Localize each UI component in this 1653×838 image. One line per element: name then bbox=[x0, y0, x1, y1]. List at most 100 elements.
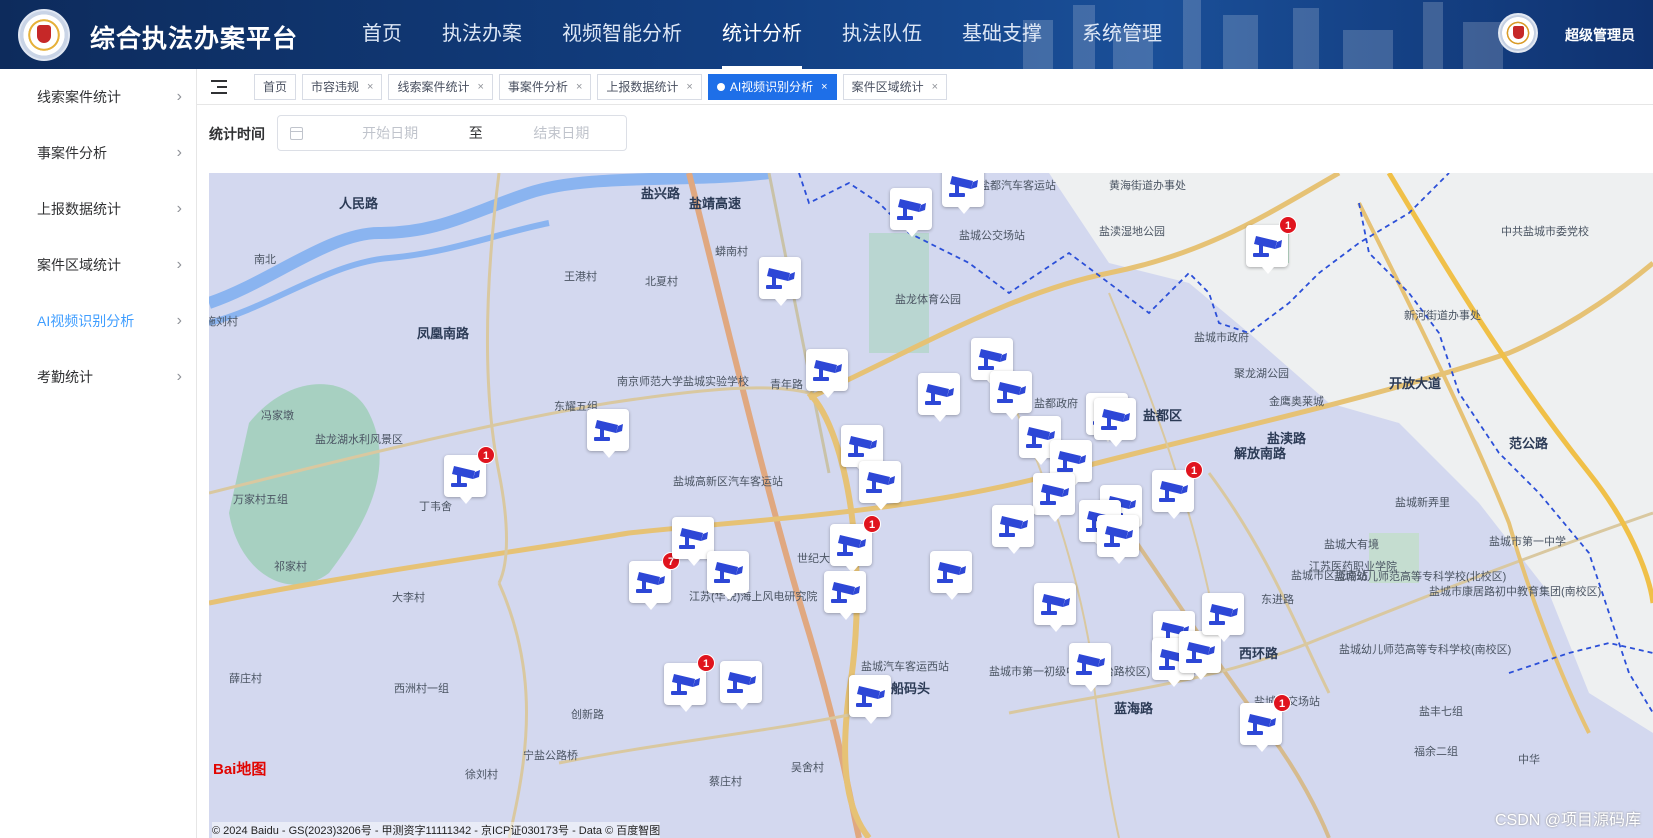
user-avatar[interactable] bbox=[1498, 13, 1538, 53]
camera-marker[interactable]: 1 bbox=[444, 446, 495, 504]
nav-enforcement-cases[interactable]: 执法办案 bbox=[442, 0, 522, 69]
camera-marker[interactable] bbox=[1202, 593, 1244, 642]
camera-marker[interactable] bbox=[759, 257, 801, 306]
watermark: CSDN @项目源码库 bbox=[1494, 812, 1641, 829]
map-copyright: © 2024 Baidu - GS(2023)3206号 - 甲测资字11111… bbox=[212, 822, 661, 838]
place-label: 丁韦舍 bbox=[419, 501, 452, 513]
active-dot-icon bbox=[716, 83, 725, 91]
camera-marker[interactable] bbox=[918, 373, 960, 422]
cctv-camera-icon bbox=[856, 686, 885, 707]
close-icon[interactable]: × bbox=[686, 75, 692, 99]
sidebar-item-ai-video[interactable]: AI视频识别分析 › bbox=[0, 293, 196, 349]
alert-count-badge: 1 bbox=[1185, 461, 1203, 479]
camera-marker[interactable]: 1 bbox=[1152, 461, 1203, 519]
place-label: 南北 bbox=[254, 254, 276, 266]
nav-home[interactable]: 首页 bbox=[362, 0, 402, 69]
place-label: 盐城幼儿师范高等专科学校(南校区) bbox=[1339, 644, 1512, 656]
place-label: 黄海街道办事处 bbox=[1109, 180, 1186, 192]
menu-collapse-icon[interactable] bbox=[209, 78, 229, 96]
nav-video-analysis[interactable]: 视频智能分析 bbox=[562, 0, 682, 69]
camera-marker[interactable] bbox=[1179, 631, 1221, 680]
top-header: 综合执法办案平台 首页 执法办案 视频智能分析 统计分析 执法队伍 基础支撑 系… bbox=[0, 0, 1653, 69]
tab-ai-video[interactable]: AI视频识别分析 × bbox=[707, 74, 837, 100]
cctv-camera-icon bbox=[636, 572, 665, 593]
camera-marker[interactable] bbox=[720, 661, 762, 710]
nav-team[interactable]: 执法队伍 bbox=[842, 0, 922, 69]
cctv-camera-icon bbox=[594, 420, 623, 441]
sidebar-item-case-analysis[interactable]: 事案件分析 › bbox=[0, 125, 196, 181]
road-label: 盐渎路 bbox=[1267, 431, 1307, 446]
user-name[interactable]: 超级管理员 bbox=[1565, 25, 1635, 45]
road-label: 范公路 bbox=[1509, 436, 1549, 451]
close-icon[interactable]: × bbox=[367, 75, 373, 99]
tab-home[interactable]: 首页 bbox=[254, 74, 297, 100]
camera-marker[interactable]: 1 bbox=[664, 654, 715, 712]
start-date-input[interactable]: 开始日期 bbox=[325, 123, 454, 143]
camera-marker[interactable] bbox=[824, 571, 866, 620]
camera-marker[interactable]: 1 bbox=[1240, 694, 1291, 752]
camera-marker[interactable] bbox=[890, 188, 932, 237]
tab-report-data[interactable]: 上报数据统计 × bbox=[597, 74, 702, 100]
cctv-camera-icon bbox=[897, 199, 926, 220]
place-label: 盐丰七组 bbox=[1419, 706, 1463, 718]
camera-marker[interactable]: 1 bbox=[1246, 216, 1297, 274]
end-date-input[interactable]: 结束日期 bbox=[497, 123, 626, 143]
place-label: 盐都汽车客运站 bbox=[979, 180, 1056, 192]
place-label: 创新路 bbox=[571, 709, 604, 721]
close-icon[interactable]: × bbox=[932, 75, 938, 99]
camera-marker[interactable]: 7 bbox=[629, 552, 680, 610]
camera-marker[interactable] bbox=[930, 551, 972, 600]
camera-marker[interactable] bbox=[1033, 473, 1075, 522]
cctv-camera-icon bbox=[937, 562, 966, 583]
tab-clue-cases[interactable]: 线索案件统计 × bbox=[388, 74, 493, 100]
place-label: 盐龙体育公园 bbox=[895, 294, 961, 306]
cctv-camera-icon bbox=[727, 672, 756, 693]
cctv-camera-icon bbox=[671, 674, 700, 695]
calendar-icon bbox=[290, 126, 304, 140]
tab-case-region[interactable]: 案件区域统计 × bbox=[842, 74, 948, 100]
camera-marker[interactable] bbox=[942, 173, 984, 214]
camera-marker[interactable] bbox=[990, 371, 1032, 420]
camera-marker[interactable] bbox=[806, 349, 848, 398]
camera-marker[interactable]: 1 bbox=[830, 515, 881, 573]
sidebar-item-label: 上报数据统计 bbox=[37, 201, 121, 217]
place-label: 盐渎湿地公园 bbox=[1099, 226, 1165, 238]
place-label: 北夏村 bbox=[645, 276, 678, 288]
sidebar-item-report-data[interactable]: 上报数据统计 › bbox=[0, 181, 196, 237]
app-title: 综合执法办案平台 bbox=[90, 25, 299, 53]
cctv-camera-icon bbox=[766, 268, 795, 289]
camera-marker[interactable] bbox=[1069, 643, 1111, 692]
place-label: 蔡庄村 bbox=[709, 776, 742, 788]
camera-marker[interactable] bbox=[859, 461, 901, 510]
date-range-picker[interactable]: 开始日期 至 结束日期 bbox=[277, 115, 627, 151]
close-icon[interactable]: × bbox=[576, 75, 582, 99]
camera-marker[interactable] bbox=[707, 551, 749, 600]
camera-marker[interactable] bbox=[1097, 515, 1139, 564]
close-icon[interactable]: × bbox=[821, 75, 827, 99]
camera-marker[interactable] bbox=[992, 505, 1034, 554]
sidebar-item-label: 线索案件统计 bbox=[37, 89, 121, 105]
sidebar-item-clue-cases[interactable]: 线索案件统计 › bbox=[0, 69, 196, 125]
cctv-camera-icon bbox=[1159, 481, 1188, 502]
tab-city-violation[interactable]: 市容违规 × bbox=[302, 74, 383, 100]
camera-marker[interactable] bbox=[1094, 398, 1136, 447]
tab-case-analysis[interactable]: 事案件分析 × bbox=[498, 74, 592, 100]
map-canvas[interactable]: 盐兴路 人民路 凤凰南路 盐靖高速 王港村 北夏村 蟒南村 东耀五组 盐龙湖水利风景区 冯家墩 施刘… bbox=[209, 173, 1653, 838]
place-label: 施刘村 bbox=[209, 316, 238, 328]
road-label: 开放大道 bbox=[1389, 376, 1442, 391]
camera-marker[interactable] bbox=[587, 409, 629, 458]
camera-marker[interactable] bbox=[849, 675, 891, 724]
sidebar-item-attendance[interactable]: 考勤统计 › bbox=[0, 349, 196, 405]
range-separator: 至 bbox=[468, 125, 483, 141]
cctv-camera-icon bbox=[1186, 642, 1215, 663]
sidebar-item-case-region[interactable]: 案件区域统计 › bbox=[0, 237, 196, 293]
sidebar-item-label: AI视频识别分析 bbox=[37, 313, 135, 329]
camera-marker[interactable] bbox=[1034, 583, 1076, 632]
nav-system-admin[interactable]: 系统管理 bbox=[1082, 0, 1162, 69]
nav-statistics[interactable]: 统计分析 bbox=[722, 0, 802, 69]
tab-label: 首页 bbox=[263, 80, 288, 94]
cctv-camera-icon bbox=[999, 516, 1028, 537]
close-icon[interactable]: × bbox=[477, 75, 483, 99]
nav-infrastructure[interactable]: 基础支撑 bbox=[962, 0, 1042, 69]
cctv-camera-icon bbox=[813, 360, 842, 381]
